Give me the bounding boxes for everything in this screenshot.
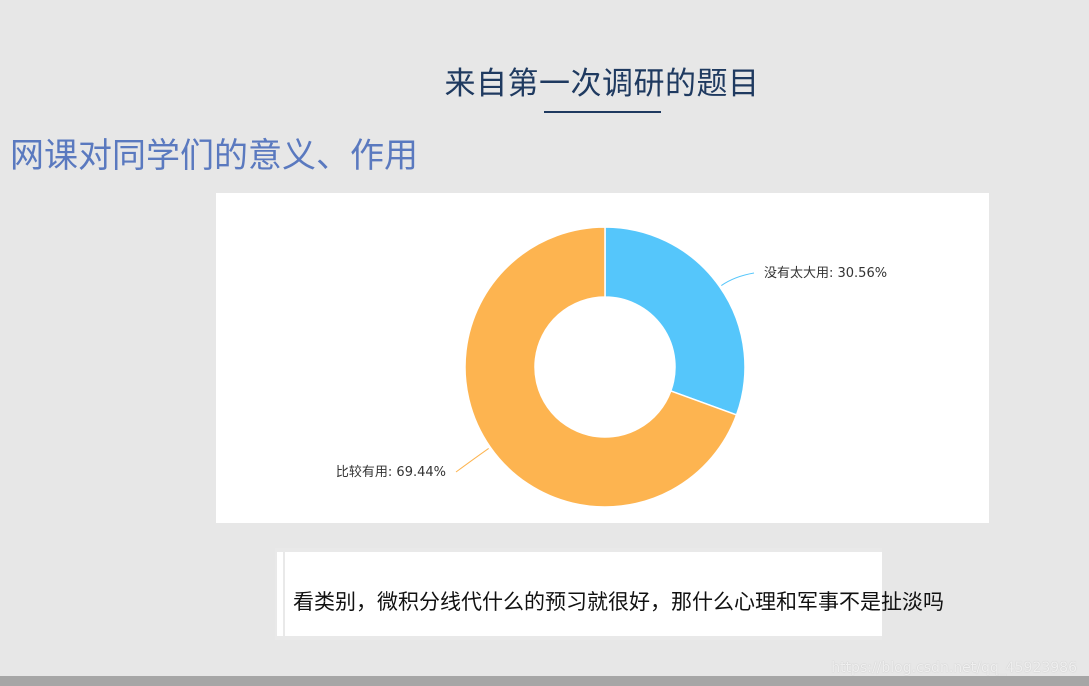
donut-chart-panel: 没有太大用: 30.56% 比较有用: 69.44% <box>216 193 989 523</box>
bottom-bar <box>0 676 1089 686</box>
slice-label-1: 没有太大用: 30.56% <box>764 266 887 281</box>
donut-chart: 没有太大用: 30.56% 比较有用: 69.44% <box>336 226 887 508</box>
donut-slice-1 <box>604 226 746 416</box>
comment-box-border-inner <box>283 552 285 636</box>
watermark: https://blog.csdn.net/qq_45923986 <box>831 660 1077 676</box>
comment-box-border-left <box>275 552 277 636</box>
leader-line-2 <box>455 448 489 473</box>
comment-text: 看类别，微积分线代什么的预习就很好，那什么心理和军事不是扯淡吗 <box>293 590 944 614</box>
comment-box: 看类别，微积分线代什么的预习就很好，那什么心理和军事不是扯淡吗 <box>275 548 944 640</box>
leader-line-1 <box>721 272 755 286</box>
slide-title: 来自第一次调研的题目 <box>444 66 760 102</box>
title-underline <box>544 111 661 113</box>
section-heading: 网课对同学们的意义、作用 <box>10 136 418 176</box>
slice-label-2: 比较有用: 69.44% <box>336 465 446 480</box>
